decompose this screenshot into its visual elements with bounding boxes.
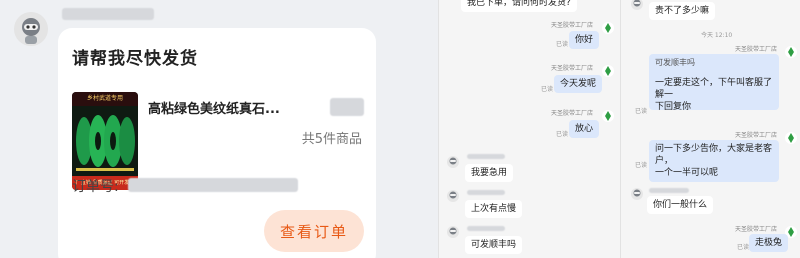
reply2-line-1: 问一下多少告你，大家是老客户， — [655, 144, 773, 166]
shop-message: 你好 — [569, 31, 600, 49]
price-blurred — [330, 98, 364, 116]
shop-name: 天圣胶带工厂店 — [551, 110, 594, 117]
item-count: 共5件商品 — [301, 132, 362, 147]
shop-logo-icon — [602, 110, 614, 122]
card-title: 请帮我尽快发货 — [72, 49, 198, 69]
customer-name-blurred — [467, 226, 505, 231]
shop-logo-icon — [785, 132, 797, 144]
customer-message: 贵不了多少嘛 — [649, 2, 716, 20]
order-number-blurred — [128, 178, 298, 192]
order-card[interactable]: 请帮我尽快发货 乡村武道专用 厂直销 品质保证 可开发票 高粘绿色美纹纸真石..… — [58, 28, 376, 258]
read-status: 已读 — [541, 86, 554, 93]
quoted-message: 可发顺丰吗 — [655, 58, 695, 67]
read-status: 已读 — [635, 108, 648, 115]
shop-name: 天圣胶带工厂店 — [735, 226, 778, 233]
shop-name: 天圣胶带工厂店 — [735, 46, 778, 53]
customer-avatar-small[interactable] — [447, 156, 459, 168]
shop-message: 走极兔 — [749, 234, 789, 252]
customer-avatar-small[interactable] — [631, 188, 643, 200]
shop-name: 天圣胶带工厂店 — [551, 22, 594, 29]
shop-message: 今天发呢 — [554, 75, 603, 93]
product-name[interactable]: 高粘绿色美纹纸真石... — [148, 98, 280, 117]
customer-name-blurred — [467, 190, 505, 195]
customer-avatar[interactable] — [14, 12, 48, 46]
customer-name-blurred — [62, 8, 154, 20]
reply2-line-2: 一个一半可以呢 — [655, 168, 719, 178]
tape-rolls-image — [72, 106, 138, 176]
customer-avatar-small[interactable] — [447, 226, 459, 238]
customer-name-blurred — [467, 154, 505, 159]
read-status: 已读 — [635, 162, 648, 169]
customer-message-partial: 我已下单，请问何时发货? — [461, 0, 577, 12]
read-status: 已读 — [556, 41, 569, 48]
shop-message: 问一下多少告你，大家是老客户， 一个一半可以呢 — [649, 140, 779, 182]
shop-logo-icon — [785, 46, 797, 58]
customer-message: 可发顺丰吗 — [465, 236, 523, 254]
shop-message: 放心 — [569, 120, 600, 138]
customer-avatar-small[interactable] — [631, 0, 643, 10]
customer-message: 上次有点慢 — [465, 200, 523, 218]
read-status: 已读 — [737, 244, 750, 251]
timestamp: 今天 12:10 — [701, 32, 733, 39]
customer-name-blurred — [649, 188, 689, 193]
chat-panel-right: 贵不了多少嘛 今天 12:10 天圣胶带工厂店 可发顺丰吗 一定要走这个，下午叫… — [620, 0, 800, 258]
customer-message: 我要急用 — [465, 164, 514, 182]
reply-line-2: 下回复你 — [655, 102, 692, 112]
shop-reply-with-quote: 可发顺丰吗 一定要走这个，下午叫客服了解一 下回复你 — [649, 54, 779, 112]
shop-logo-icon — [602, 22, 614, 34]
customer-avatar-small[interactable] — [447, 190, 459, 202]
read-status: 已读 — [556, 131, 569, 138]
thumb-banner-top: 乡村武道专用 — [72, 92, 138, 106]
chat-panel-middle: 我已下单，请问何时发货? 天圣胶带工厂店 已读 你好 天圣胶带工厂店 已读 今天… — [438, 0, 620, 258]
customer-message: 你们一般什么 — [647, 196, 714, 214]
shop-name: 天圣胶带工厂店 — [735, 132, 778, 139]
reply-line-1: 一定要走这个，下午叫客服了解一 — [655, 78, 773, 100]
order-panel: 请帮我尽快发货 乡村武道专用 厂直销 品质保证 可开发票 高粘绿色美纹纸真石..… — [0, 0, 438, 258]
view-order-button[interactable]: 查看订单 — [264, 210, 364, 252]
shop-logo-icon — [602, 65, 614, 77]
order-number-label: 订单号: — [72, 179, 119, 195]
shop-name: 天圣胶带工厂店 — [551, 65, 594, 72]
